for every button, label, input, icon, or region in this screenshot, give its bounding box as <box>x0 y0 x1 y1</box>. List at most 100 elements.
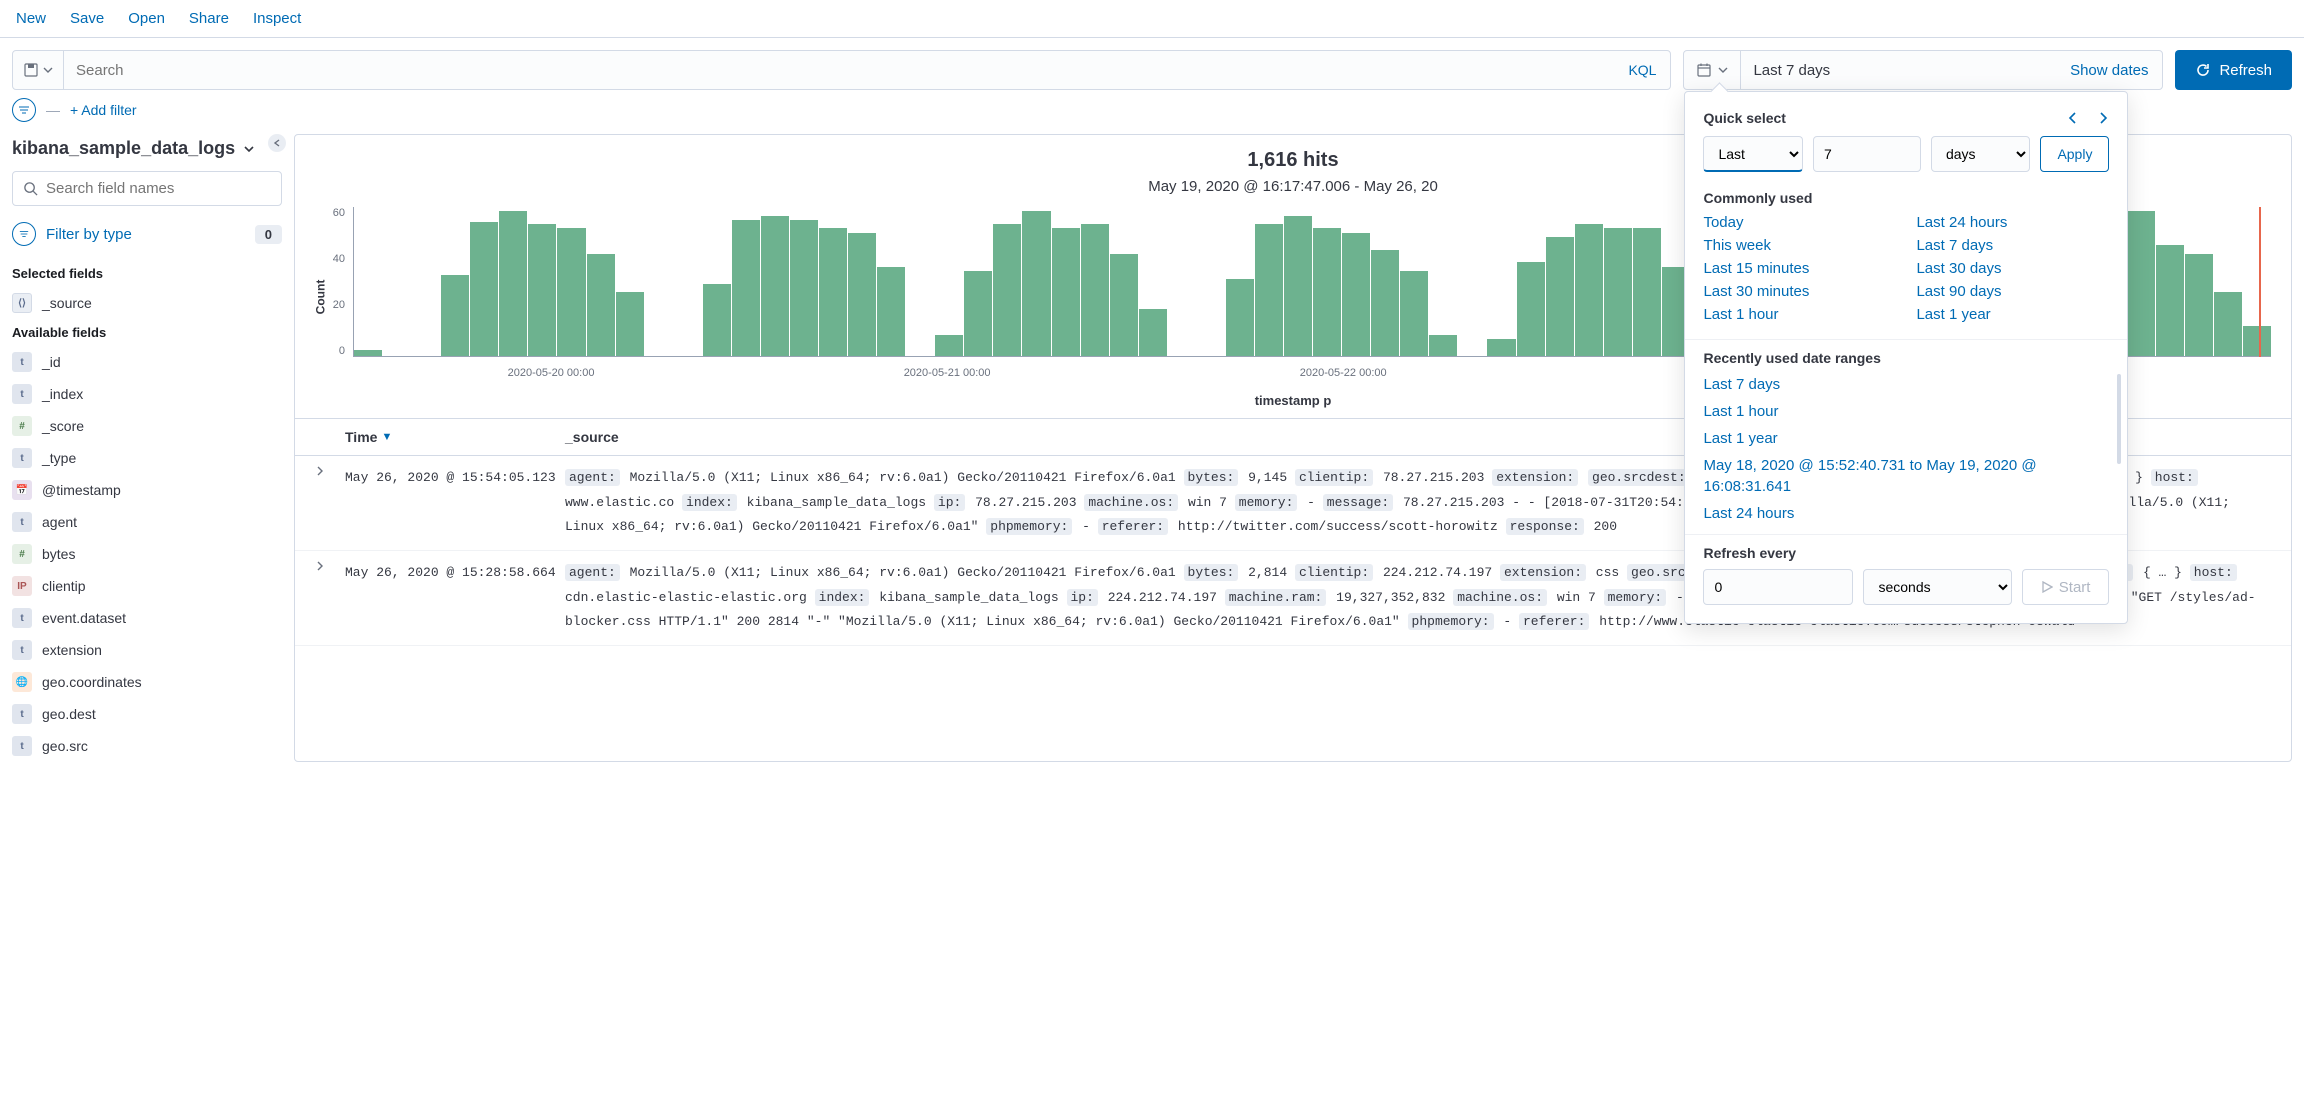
common-last-7d[interactable]: Last 7 days <box>1916 237 2109 254</box>
kql-toggle[interactable]: KQL <box>1614 51 1670 89</box>
bar[interactable] <box>790 220 818 356</box>
bar[interactable] <box>557 228 585 356</box>
common-last-1y[interactable]: Last 1 year <box>1916 306 2109 323</box>
bar[interactable] <box>1517 262 1545 356</box>
bar[interactable] <box>964 271 992 356</box>
menu-share[interactable]: Share <box>189 10 229 27</box>
recent-item[interactable]: Last 1 year <box>1703 428 2109 449</box>
menu-save[interactable]: Save <box>70 10 104 27</box>
bar[interactable] <box>528 224 556 356</box>
recent-item[interactable]: Last 7 days <box>1703 374 2109 395</box>
bar[interactable] <box>877 267 905 356</box>
bar[interactable] <box>1284 216 1312 356</box>
bar[interactable] <box>1371 250 1399 356</box>
filter-by-type-button[interactable]: Filter by type <box>12 222 132 246</box>
refresh-interval-input[interactable] <box>1703 569 1853 605</box>
global-filter-button[interactable] <box>12 98 36 122</box>
common-last-30m[interactable]: Last 30 minutes <box>1703 283 1896 300</box>
bar[interactable] <box>499 211 527 356</box>
field-item[interactable]: 📅@timestamp <box>12 474 282 506</box>
common-last-90d[interactable]: Last 90 days <box>1916 283 2109 300</box>
search-input[interactable] <box>64 51 1614 89</box>
bar[interactable] <box>1400 271 1428 356</box>
field-item[interactable]: #bytes <box>12 538 282 570</box>
common-last-15m[interactable]: Last 15 minutes <box>1703 260 1896 277</box>
bar[interactable] <box>1052 228 1080 356</box>
collapse-sidebar-button[interactable] <box>268 134 286 152</box>
refresh-unit-select[interactable]: seconds <box>1863 569 2011 605</box>
common-this-week[interactable]: This week <box>1703 237 1896 254</box>
bar[interactable] <box>1110 254 1138 356</box>
col-time[interactable]: Time ▼ <box>345 429 565 445</box>
bar[interactable] <box>441 275 469 356</box>
expand-row-button[interactable] <box>315 561 345 635</box>
show-dates-link[interactable]: Show dates <box>2056 62 2162 79</box>
field-item[interactable]: t_id <box>12 346 282 378</box>
search-options-button[interactable] <box>13 51 64 89</box>
common-last-30d[interactable]: Last 30 days <box>1916 260 2109 277</box>
bar[interactable] <box>1081 224 1109 356</box>
bar[interactable] <box>587 254 615 356</box>
quick-apply-button[interactable]: Apply <box>2040 136 2109 172</box>
add-filter-link[interactable]: + Add filter <box>70 102 137 118</box>
common-last-1h[interactable]: Last 1 hour <box>1703 306 1896 323</box>
bar[interactable] <box>1022 211 1050 356</box>
bar[interactable] <box>2214 292 2242 356</box>
date-range-text[interactable]: Last 7 days <box>1741 62 2056 79</box>
quick-tense-select[interactable]: Last <box>1703 136 1802 172</box>
menu-open[interactable]: Open <box>128 10 165 27</box>
expand-row-button[interactable] <box>315 466 345 540</box>
bar[interactable] <box>2185 254 2213 356</box>
bar[interactable] <box>1546 237 1574 356</box>
bar[interactable] <box>703 284 731 356</box>
bar[interactable] <box>1429 335 1457 356</box>
recent-item[interactable]: Last 24 hours <box>1703 503 2109 524</box>
menu-inspect[interactable]: Inspect <box>253 10 301 27</box>
menu-new[interactable]: New <box>16 10 46 27</box>
bar[interactable] <box>1633 228 1661 356</box>
bar[interactable] <box>761 216 789 356</box>
date-quick-select-button[interactable] <box>1684 51 1741 89</box>
bar[interactable] <box>848 233 876 356</box>
field-item[interactable]: tgeo.src <box>12 730 282 762</box>
scrollbar[interactable] <box>2117 374 2121 464</box>
field-item[interactable]: tagent <box>12 506 282 538</box>
bar[interactable] <box>1313 228 1341 356</box>
refresh-button[interactable]: Refresh <box>2175 50 2292 90</box>
bar[interactable] <box>1342 233 1370 356</box>
field-item[interactable]: t_index <box>12 378 282 410</box>
time-nav-next[interactable] <box>2097 112 2109 124</box>
bar[interactable] <box>470 222 498 356</box>
refresh-start-button[interactable]: Start <box>2022 569 2110 605</box>
field-item[interactable]: 🌐geo.coordinates <box>12 666 282 698</box>
bar[interactable] <box>2127 211 2155 356</box>
field-item[interactable]: tgeo.dest <box>12 698 282 730</box>
field-item[interactable]: IPclientip <box>12 570 282 602</box>
bar[interactable] <box>2156 245 2184 356</box>
recent-item[interactable]: May 18, 2020 @ 15:52:40.731 to May 19, 2… <box>1703 455 2109 497</box>
bar[interactable] <box>354 350 382 356</box>
bar[interactable] <box>616 292 644 356</box>
quick-value-input[interactable] <box>1813 136 1921 172</box>
bar[interactable] <box>1575 224 1603 356</box>
field-search-input[interactable] <box>46 180 271 197</box>
bar[interactable] <box>1226 279 1254 356</box>
common-today[interactable]: Today <box>1703 214 1896 231</box>
index-pattern-selector[interactable]: kibana_sample_data_logs <box>12 134 282 171</box>
bar[interactable] <box>732 220 760 356</box>
recent-item[interactable]: Last 1 hour <box>1703 401 2109 422</box>
bar[interactable] <box>1487 339 1515 356</box>
bar[interactable] <box>1604 228 1632 356</box>
field-item[interactable]: tevent.dataset <box>12 602 282 634</box>
common-last-24h[interactable]: Last 24 hours <box>1916 214 2109 231</box>
quick-unit-select[interactable]: days <box>1931 136 2030 172</box>
bar[interactable] <box>819 228 847 356</box>
bar[interactable] <box>2243 326 2271 356</box>
field-item[interactable]: textension <box>12 634 282 666</box>
bar[interactable] <box>1255 224 1283 356</box>
field-item[interactable]: ⟨⟩_source <box>12 287 282 319</box>
field-search[interactable] <box>12 171 282 206</box>
bar[interactable] <box>1139 309 1167 356</box>
field-item[interactable]: #_score <box>12 410 282 442</box>
bar[interactable] <box>993 224 1021 356</box>
